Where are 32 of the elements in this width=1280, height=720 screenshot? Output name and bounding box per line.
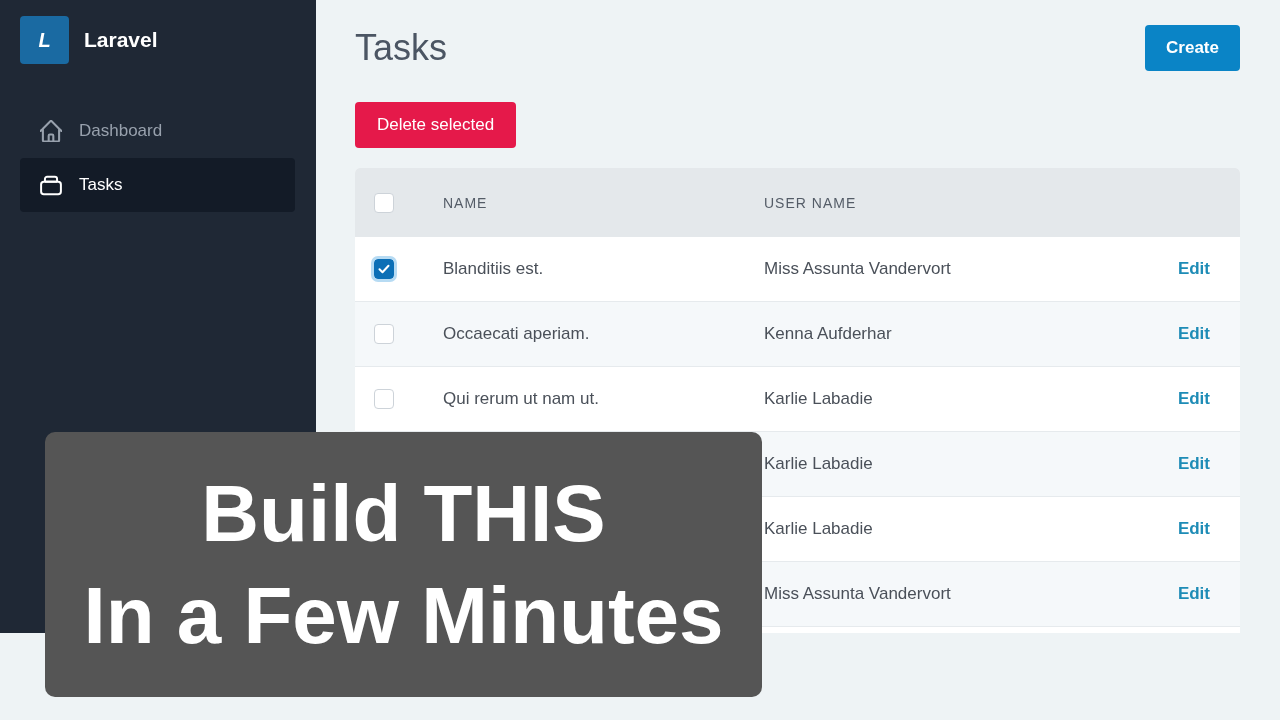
- task-name: Blanditiis est.: [443, 259, 544, 279]
- stack-icon: [40, 174, 62, 196]
- edit-link[interactable]: Edit: [1177, 519, 1210, 539]
- task-name: Occaecati aperiam.: [443, 324, 590, 344]
- page-title: Tasks: [355, 27, 448, 69]
- edit-link[interactable]: Edit: [1177, 584, 1210, 604]
- select-all-checkbox[interactable]: [374, 192, 394, 213]
- user-name: Miss Assunta Vandervort: [764, 584, 951, 604]
- nav-item[interactable]: Dashboard: [20, 104, 295, 158]
- brand-logo: L: [20, 16, 69, 64]
- user-name: Karlie Labadie: [764, 389, 873, 409]
- delete-selected-button[interactable]: Delete selected: [355, 102, 516, 148]
- create-button[interactable]: Create: [1145, 25, 1240, 71]
- user-name: Karlie Labadie: [764, 519, 873, 539]
- user-name: Kenna Aufderhar: [764, 324, 892, 344]
- banner-headline: Build THIS In a Few Minutes: [83, 467, 724, 662]
- nav-item[interactable]: Tasks: [20, 158, 295, 212]
- column-header: NAME: [443, 194, 488, 211]
- brand-name: Laravel: [84, 28, 158, 52]
- row-checkbox[interactable]: [374, 389, 394, 409]
- row-checkbox[interactable]: [374, 324, 394, 344]
- house-icon: [40, 120, 62, 142]
- check-icon: [378, 264, 390, 274]
- task-name: Qui rerum ut nam ut.: [443, 389, 599, 409]
- edit-link[interactable]: Edit: [1177, 389, 1210, 409]
- edit-link[interactable]: Edit: [1177, 454, 1210, 474]
- row-checkbox[interactable]: [371, 256, 397, 282]
- edit-link[interactable]: Edit: [1177, 259, 1210, 279]
- edit-link[interactable]: Edit: [1177, 324, 1210, 344]
- user-name: Miss Assunta Vandervort: [764, 259, 951, 279]
- column-header: USER NAME: [764, 194, 857, 211]
- user-name: Karlie Labadie: [764, 454, 873, 474]
